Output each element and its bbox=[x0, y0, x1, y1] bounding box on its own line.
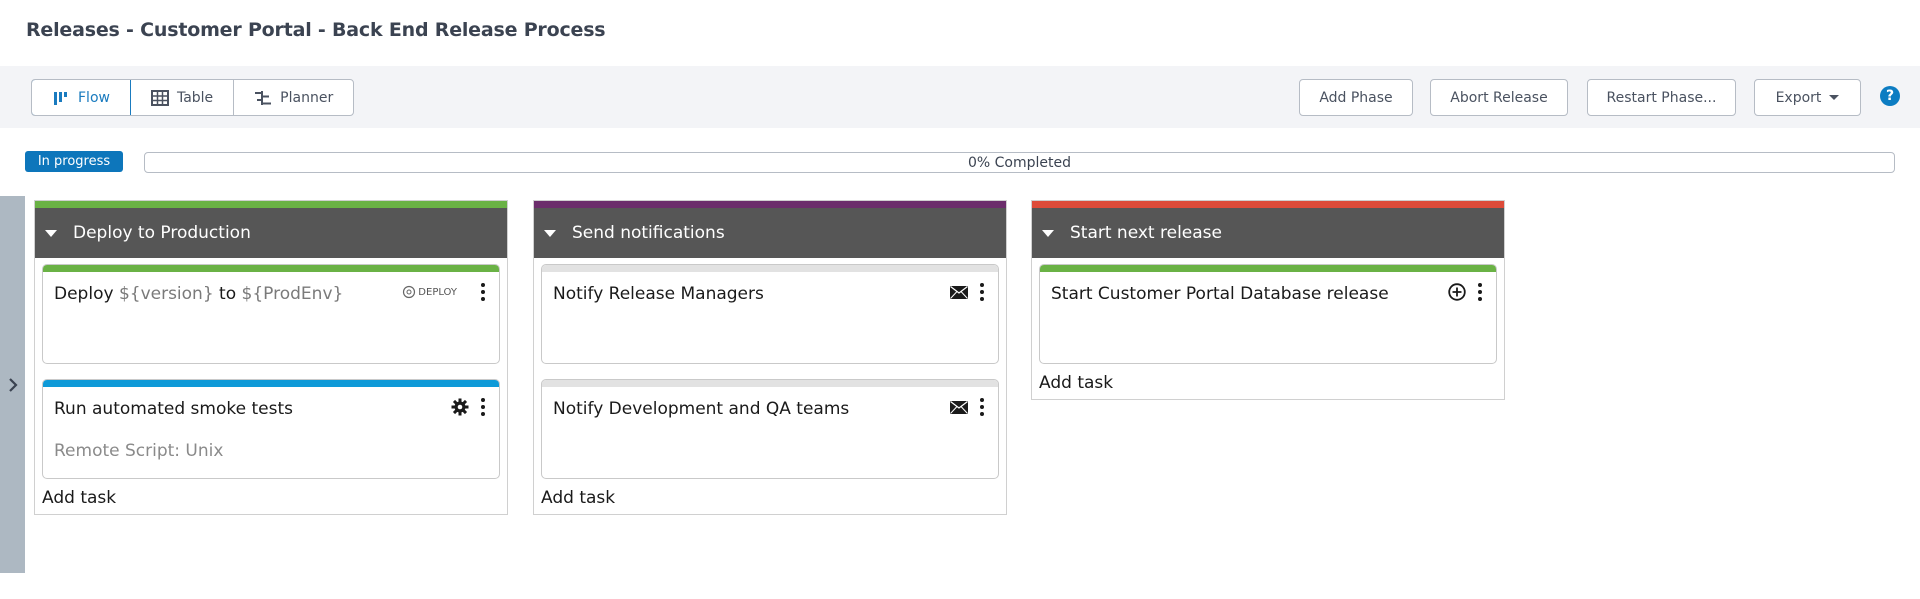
task-menu-icon[interactable] bbox=[978, 398, 986, 416]
collapse-caret-icon[interactable] bbox=[45, 229, 57, 237]
phase-header: Send notifications bbox=[534, 208, 1006, 258]
task-status-bar bbox=[43, 265, 499, 272]
restart-phase-button[interactable]: Restart Phase... bbox=[1587, 79, 1736, 116]
view-table-button[interactable]: Table bbox=[131, 80, 235, 115]
status-badge: In progress bbox=[25, 151, 123, 172]
task-title-variable: ${ProdEnv} bbox=[241, 284, 344, 304]
task-status-bar bbox=[542, 380, 998, 387]
task-title: Notify Development and QA teams bbox=[553, 399, 850, 419]
flow-icon bbox=[52, 89, 70, 107]
export-label: Export bbox=[1775, 89, 1822, 106]
mail-icon bbox=[950, 285, 968, 299]
task-title: Start Customer Portal Database release bbox=[1051, 284, 1389, 304]
planner-icon bbox=[254, 89, 272, 107]
task-menu-icon[interactable] bbox=[978, 283, 986, 301]
phase-column: Deploy to Production Deploy ${version} t… bbox=[34, 200, 508, 515]
add-task-link[interactable]: Add task bbox=[541, 488, 999, 514]
task-title-variable: ${version} bbox=[118, 284, 214, 304]
progress-bar: 0% Completed bbox=[144, 152, 1895, 173]
add-circle-icon bbox=[1448, 283, 1466, 301]
view-planner-label: Planner bbox=[280, 89, 334, 106]
phase-color-bar bbox=[534, 201, 1006, 208]
deploy-logo-icon: DEPLOY bbox=[402, 285, 457, 299]
view-table-label: Table bbox=[176, 89, 214, 106]
collapse-caret-icon[interactable] bbox=[1042, 229, 1054, 237]
task-title: Deploy ${version} to ${ProdEnv} bbox=[54, 284, 343, 304]
abort-release-button[interactable]: Abort Release bbox=[1430, 79, 1568, 116]
phase-column: Send notifications Notify Release Manage… bbox=[533, 200, 1007, 515]
toolbar: Flow Table Planner Add Phase Abort Relea… bbox=[0, 66, 1920, 128]
task-subtitle: Remote Script: Unix bbox=[54, 441, 224, 461]
task-card[interactable]: Start Customer Portal Database release bbox=[1039, 264, 1497, 364]
phase-color-bar bbox=[35, 201, 507, 208]
add-task-link[interactable]: Add task bbox=[1039, 373, 1497, 399]
phase-header: Deploy to Production bbox=[35, 208, 507, 258]
task-status-bar bbox=[1040, 265, 1496, 272]
phase-column: Start next release Start Customer Portal… bbox=[1031, 200, 1505, 400]
collapse-caret-icon[interactable] bbox=[544, 229, 556, 237]
task-menu-icon[interactable] bbox=[1476, 283, 1484, 301]
task-card[interactable]: Notify Release Managers bbox=[541, 264, 999, 364]
gear-icon bbox=[451, 398, 469, 416]
phase-title[interactable]: Start next release bbox=[1070, 223, 1222, 243]
help-icon[interactable]: ? bbox=[1880, 86, 1900, 106]
view-switcher: Flow Table Planner bbox=[31, 79, 355, 116]
add-phase-button[interactable]: Add Phase bbox=[1299, 79, 1413, 116]
phase-color-bar bbox=[1032, 201, 1504, 208]
task-card[interactable]: Notify Development and QA teams bbox=[541, 379, 999, 479]
phase-header: Start next release bbox=[1032, 208, 1504, 258]
view-planner-button[interactable]: Planner bbox=[234, 80, 353, 115]
task-title: Notify Release Managers bbox=[553, 284, 764, 304]
task-title-text: Deploy bbox=[54, 284, 119, 304]
export-button[interactable]: Export bbox=[1754, 79, 1861, 116]
page-title: Releases - Customer Portal - Back End Re… bbox=[26, 19, 606, 41]
task-status-bar bbox=[43, 380, 499, 387]
task-card[interactable]: Run automated smoke tests Remote Script:… bbox=[42, 379, 500, 479]
view-flow-button[interactable]: Flow bbox=[32, 80, 131, 115]
progress-label: 0% Completed bbox=[967, 154, 1072, 171]
phase-title[interactable]: Deploy to Production bbox=[73, 223, 251, 243]
task-title: Run automated smoke tests bbox=[54, 399, 293, 419]
add-task-link[interactable]: Add task bbox=[42, 488, 500, 514]
task-card[interactable]: Deploy ${version} to ${ProdEnv} DEPLOY bbox=[42, 264, 500, 364]
view-flow-label: Flow bbox=[78, 89, 110, 106]
phase-title[interactable]: Send notifications bbox=[572, 223, 725, 243]
task-title-text: to bbox=[213, 284, 242, 304]
task-status-bar bbox=[542, 265, 998, 272]
task-menu-icon[interactable] bbox=[479, 283, 487, 301]
caret-down-icon bbox=[1829, 95, 1840, 100]
chevron-right-icon bbox=[8, 377, 18, 392]
sidebar-expand-toggle[interactable] bbox=[0, 196, 25, 573]
task-menu-icon[interactable] bbox=[479, 398, 487, 416]
mail-icon bbox=[950, 400, 968, 414]
table-icon bbox=[150, 89, 169, 107]
deploy-logo-text: DEPLOY bbox=[418, 286, 457, 298]
